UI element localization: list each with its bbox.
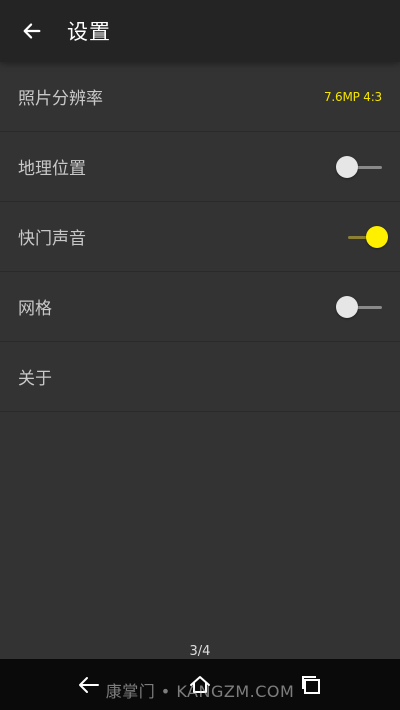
nav-home-icon [190, 676, 210, 693]
toggle-thumb [336, 155, 358, 178]
resolution-value: 7.6MP 4:3 [323, 89, 382, 104]
back-button[interactable] [16, 15, 48, 47]
nav-recent-apps-button[interactable] [296, 670, 326, 700]
setting-shutter-sound[interactable]: 快门声音 [0, 202, 400, 272]
grid-toggle[interactable] [336, 295, 382, 319]
shutter-sound-toggle[interactable] [342, 225, 388, 249]
geolocation-toggle[interactable] [336, 155, 382, 179]
setting-photo-resolution[interactable]: 照片分辨率 7.6MP 4:3 [0, 62, 400, 132]
toggle-thumb [366, 225, 388, 248]
setting-label: 快门声音 [18, 229, 86, 249]
nav-home-button[interactable] [185, 670, 215, 700]
setting-geolocation[interactable]: 地理位置 [0, 132, 400, 202]
system-nav-bar [0, 659, 400, 710]
setting-grid[interactable]: 网格 [0, 272, 400, 342]
page-title: 设置 [67, 20, 111, 44]
settings-list: 照片分辨率 7.6MP 4:3 地理位置 快门声音 网格 关于 [0, 62, 400, 412]
setting-label: 关于 [18, 369, 52, 389]
arrow-left-icon [23, 23, 41, 39]
setting-label: 地理位置 [18, 159, 86, 179]
nav-back-icon [79, 677, 99, 693]
setting-about[interactable]: 关于 [0, 342, 400, 412]
toggle-thumb [336, 295, 358, 318]
nav-recent-apps-icon [302, 676, 320, 694]
nav-back-button[interactable] [74, 670, 104, 700]
setting-label: 照片分辨率 [18, 89, 103, 109]
app-bar: 设置 [0, 0, 400, 62]
setting-label: 网格 [18, 299, 52, 319]
page-indicator: 3/4 [189, 644, 211, 659]
